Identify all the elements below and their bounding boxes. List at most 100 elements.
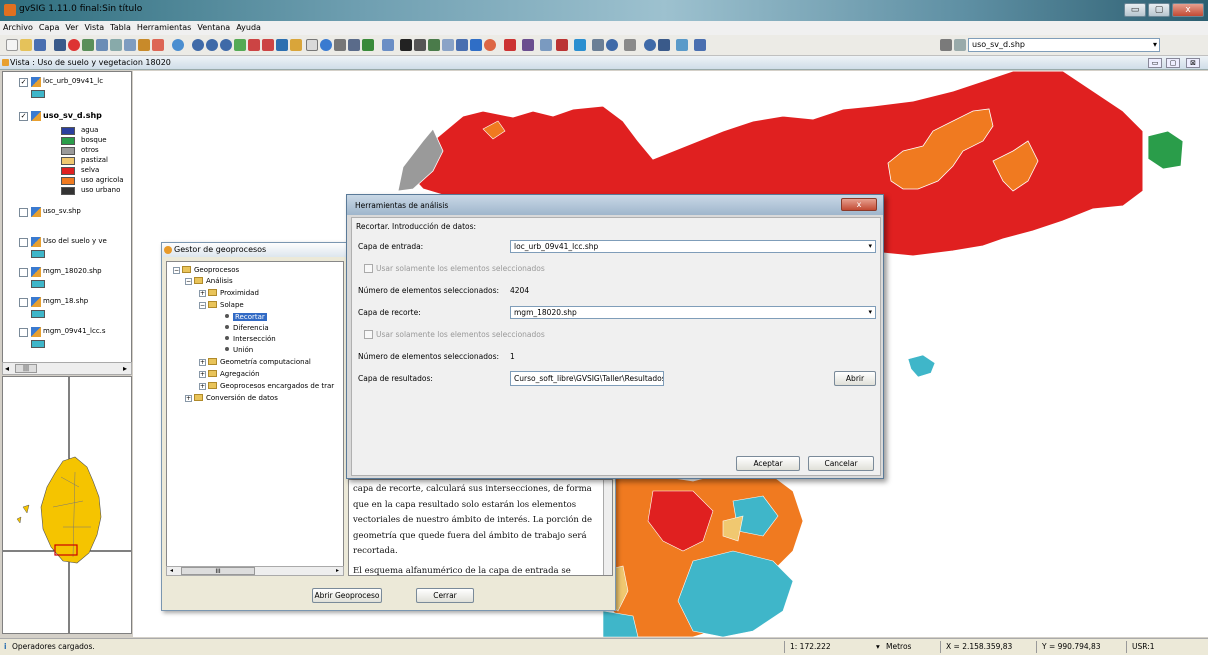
menu-archivo[interactable]: Archivo	[0, 21, 36, 32]
toc-layer[interactable]: uso_sv.shp	[3, 206, 131, 218]
tree-node-union[interactable]: Unión	[225, 346, 253, 357]
graphic-icon[interactable]	[540, 39, 552, 51]
raster-tool2-icon[interactable]	[676, 39, 688, 51]
raster-tool-icon[interactable]	[658, 39, 670, 51]
toc-layer-active[interactable]: ✓ uso_sv_d.shp	[3, 110, 131, 122]
tree-scrollbar[interactable]: ◂ III ▸	[166, 566, 344, 576]
use-selected-checkbox-1[interactable]	[364, 264, 373, 273]
layer-tool4-icon[interactable]	[152, 39, 164, 51]
pan-icon[interactable]	[234, 39, 246, 51]
toc-layer[interactable]: mgm_18020.shp	[3, 266, 131, 278]
menu-ver[interactable]: Ver	[62, 21, 81, 32]
tree-node-agregacion[interactable]: + Agregación	[199, 370, 260, 381]
zoom-select-icon[interactable]	[262, 39, 274, 51]
minimize-button[interactable]: ▭	[1124, 3, 1146, 17]
layer-checkbox[interactable]: ✓	[19, 112, 28, 121]
new-view-icon[interactable]	[54, 39, 66, 51]
tree-node-solape[interactable]: − Solape	[199, 301, 244, 312]
menu-ventana[interactable]: Ventana	[194, 21, 233, 32]
raster-tool3-icon[interactable]	[694, 39, 706, 51]
edit-icon[interactable]	[574, 39, 586, 51]
select-layer-icon[interactable]	[442, 39, 454, 51]
accept-button[interactable]: Aceptar	[736, 456, 800, 471]
collapse-icon[interactable]: −	[199, 302, 206, 309]
clear-select-icon[interactable]	[484, 39, 496, 51]
layer-add-icon[interactable]	[96, 39, 108, 51]
tree-node-geometria[interactable]: + Geometría computacional	[199, 358, 311, 369]
scroll-thumb[interactable]: III	[181, 567, 255, 575]
info-icon[interactable]	[320, 39, 332, 51]
tree-node-proximidad[interactable]: + Proximidad	[199, 289, 259, 300]
active-layer-combo[interactable]: uso_sv_d.shp ▾	[968, 38, 1160, 52]
maximize-button[interactable]: ▢	[1148, 3, 1170, 17]
locator-map[interactable]	[2, 376, 132, 634]
zoom-raster-icon[interactable]	[644, 39, 656, 51]
tree-node-diferencia[interactable]: Diferencia	[225, 324, 269, 335]
units-value[interactable]: Metros	[886, 642, 911, 651]
expand-icon[interactable]: +	[199, 383, 206, 390]
layer-checkbox[interactable]	[19, 298, 28, 307]
zoom-out-icon[interactable]	[206, 39, 218, 51]
scale-value[interactable]: 1: 172.222	[790, 642, 831, 651]
toc-layer[interactable]: mgm_18.shp	[3, 296, 131, 308]
cancel-button[interactable]: Cancelar	[808, 456, 874, 471]
view-maximize-button[interactable]: ▢	[1166, 58, 1180, 68]
menu-capa[interactable]: Capa	[36, 21, 62, 32]
layer-checkbox[interactable]	[19, 268, 28, 277]
scroll-left-icon[interactable]: ◂	[5, 364, 9, 373]
rect-select-icon[interactable]	[414, 39, 426, 51]
scroll-thumb[interactable]: |||	[15, 364, 37, 373]
tree-node-interseccion[interactable]: Intersección	[225, 335, 276, 346]
scroll-left-icon[interactable]: ◂	[170, 567, 173, 574]
table-view-icon[interactable]	[522, 39, 534, 51]
filter-icon[interactable]	[504, 39, 516, 51]
clip-layer-select[interactable]: mgm_18020.shp ▾	[510, 306, 876, 319]
tree-node-conversion[interactable]: + Conversión de datos	[185, 394, 278, 405]
expand-icon[interactable]: +	[199, 290, 206, 297]
tree-node-geoprocesos[interactable]: − Geoprocesos	[173, 266, 239, 277]
collapse-icon[interactable]: −	[185, 278, 192, 285]
image-icon[interactable]	[624, 39, 636, 51]
expand-icon[interactable]: +	[199, 371, 206, 378]
hand-icon[interactable]	[290, 39, 302, 51]
zoom-in-icon[interactable]	[192, 39, 204, 51]
menu-herramientas[interactable]: Herramientas	[134, 21, 195, 32]
expand-icon[interactable]: +	[199, 359, 206, 366]
pointer-select-icon[interactable]	[400, 39, 412, 51]
view-close-button[interactable]: ⊠	[1186, 58, 1200, 68]
binoculars-icon[interactable]	[592, 39, 604, 51]
select-attr-icon[interactable]	[470, 39, 482, 51]
tree-node-recortar[interactable]: Recortar	[225, 313, 267, 324]
record-icon[interactable]	[68, 39, 80, 51]
layer-checkbox[interactable]	[19, 208, 28, 217]
close-button[interactable]: Cerrar	[416, 588, 474, 603]
layer-tool2-icon[interactable]	[124, 39, 136, 51]
invert-select-icon[interactable]	[456, 39, 468, 51]
input-layer-select[interactable]: loc_urb_09v41_lcc.shp ▾	[510, 240, 876, 253]
new-file-icon[interactable]	[6, 39, 18, 51]
toc-layer[interactable]: ✓ loc_urb_09v41_lc	[3, 76, 131, 88]
layer-tool3-icon[interactable]	[138, 39, 150, 51]
output-path-input[interactable]: Curso_soft_libre\GVSIG\Taller\Resultados…	[510, 371, 664, 386]
zoom-extent-icon[interactable]	[248, 39, 260, 51]
chevron-down-icon[interactable]: ▾	[876, 642, 880, 651]
layer-tool-icon[interactable]	[110, 39, 122, 51]
use-selected-checkbox-2[interactable]	[364, 330, 373, 339]
globe-icon[interactable]	[172, 39, 184, 51]
toc-layer[interactable]: Uso del suelo y ve	[3, 236, 131, 248]
menu-ayuda[interactable]: Ayuda	[233, 21, 264, 32]
collapse-icon[interactable]: −	[173, 267, 180, 274]
layer-checkbox[interactable]	[19, 238, 28, 247]
open-geoprocess-button[interactable]: Abrir Geoproceso	[312, 588, 382, 603]
description-scrollbar[interactable]	[603, 480, 612, 575]
table-icon[interactable]	[82, 39, 94, 51]
scroll-right-icon[interactable]: ▸	[123, 364, 127, 373]
locate-icon[interactable]	[382, 39, 394, 51]
area-icon[interactable]	[348, 39, 360, 51]
search-icon[interactable]	[606, 39, 618, 51]
layer-checkbox[interactable]	[19, 328, 28, 337]
zoom-prev-icon[interactable]	[276, 39, 288, 51]
toc-scrollbar[interactable]: ◂ ||| ▸	[2, 362, 132, 375]
analysis-tools-titlebar[interactable]: Herramientas de análisis x	[347, 195, 883, 215]
poly-select-icon[interactable]	[428, 39, 440, 51]
